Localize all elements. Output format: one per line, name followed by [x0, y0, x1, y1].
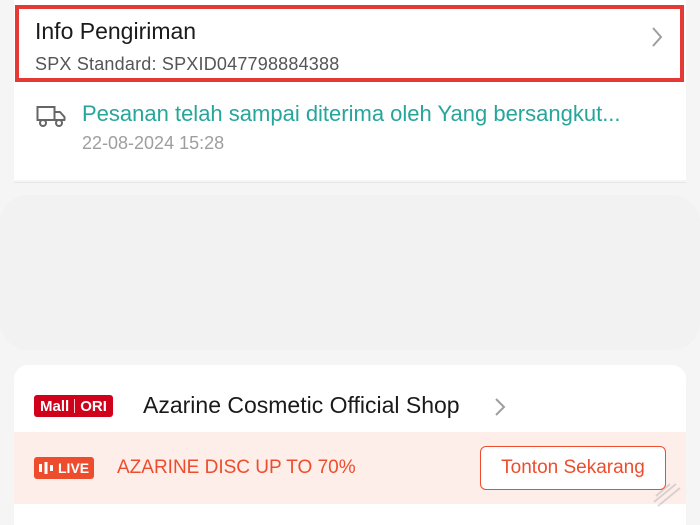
- watermark-logo-icon: [653, 483, 681, 507]
- truck-icon: [36, 106, 66, 127]
- shipping-info-title: Info Pengiriman: [35, 18, 197, 44]
- tracking-status[interactable]: Pesanan telah sampai diterima oleh Yang …: [82, 101, 621, 127]
- watch-now-button[interactable]: Tonton Sekarang: [480, 446, 666, 490]
- shipping-info-row[interactable]: Info Pengiriman SPX Standard: SPXID04779…: [15, 5, 684, 82]
- live-promo-text: AZARINE DISC UP TO 70%: [117, 457, 356, 478]
- badge-separator: [74, 399, 76, 413]
- tracking-timestamp: 22-08-2024 15:28: [82, 133, 225, 153]
- shipping-service-tracking-number: SPX Standard: SPXID047798884388: [35, 54, 340, 74]
- mall-badge-label: Mall: [40, 397, 70, 415]
- divider: [14, 182, 686, 183]
- chevron-right-icon: [652, 27, 663, 47]
- shop-name-link[interactable]: Azarine Cosmetic Official Shop: [143, 392, 460, 419]
- empty-section: [0, 195, 700, 350]
- chevron-right-icon[interactable]: [494, 397, 506, 417]
- live-badge-label: LIVE: [58, 460, 90, 476]
- ori-badge-label: ORI: [80, 397, 107, 415]
- live-bars-icon: [39, 462, 53, 474]
- live-badge: LIVE: [34, 457, 95, 479]
- mall-ori-badge: Mall ORI: [34, 395, 113, 417]
